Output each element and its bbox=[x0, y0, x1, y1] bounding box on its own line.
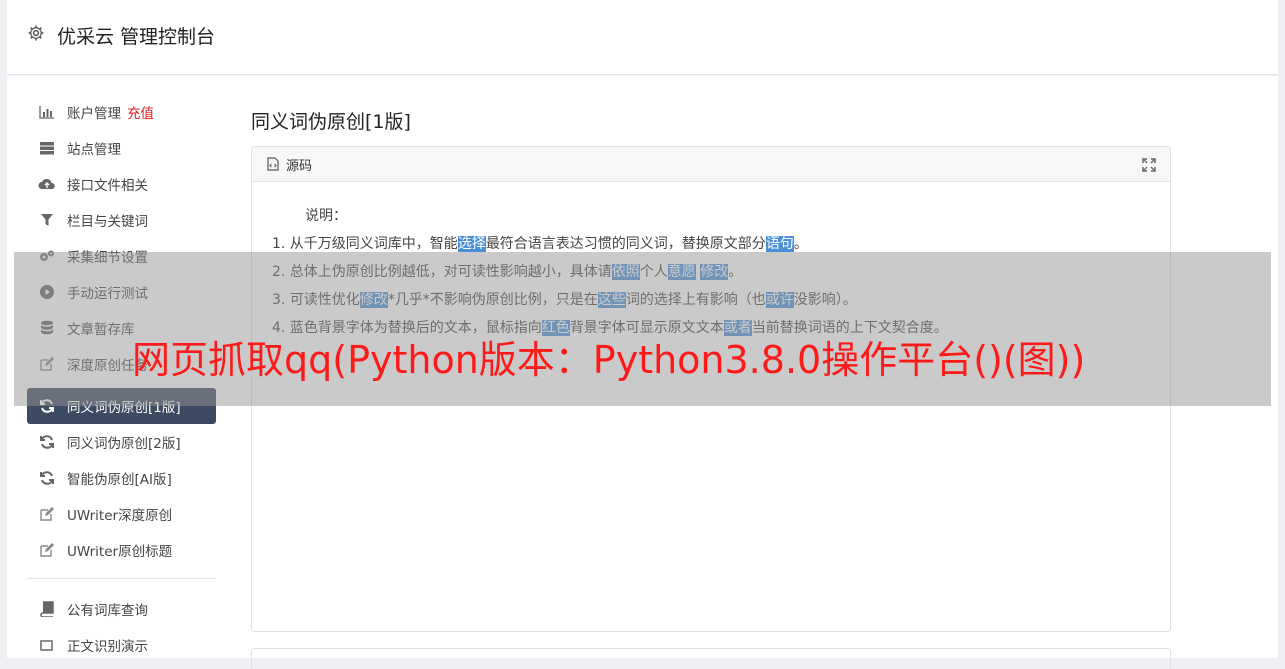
sidebar-item-items-1[interactable]: 站点管理 bbox=[27, 130, 216, 166]
note-title: 说明： bbox=[305, 208, 347, 224]
card-header: 源码 bbox=[252, 147, 1170, 182]
sidebar-item-items2-0[interactable]: 公有词库查询 bbox=[27, 591, 216, 627]
gear-icon bbox=[28, 25, 44, 41]
sidebar-item-items-3[interactable]: 栏目与关键词 bbox=[27, 202, 216, 238]
sidebar-item-items-9[interactable]: 同义词伪原创[2版] bbox=[27, 424, 216, 460]
edit-icon bbox=[38, 541, 56, 559]
sidebar-item-label: 站点管理 bbox=[67, 142, 121, 158]
sidebar-item-label: 公有词库查询 bbox=[67, 603, 148, 619]
replaced-word[interactable]: 选择 bbox=[457, 236, 486, 252]
sidebar-item-items-0[interactable]: 账户管理 充值 bbox=[27, 94, 216, 130]
sidebar-item-label: 正文识别演示 bbox=[67, 639, 148, 655]
sidebar-item-items-10[interactable]: 智能伪原创[AI版] bbox=[27, 460, 216, 496]
sidebar-divider bbox=[27, 578, 216, 579]
replaced-word[interactable]: 语句 bbox=[765, 236, 794, 252]
code-file-icon bbox=[267, 157, 279, 171]
sidebar-item-items-12[interactable]: UWriter原创标题 bbox=[27, 532, 216, 568]
sidebar-item-label: 智能伪原创[AI版] bbox=[67, 472, 172, 488]
note-text: 最符合语言表达习惯的同义词，替换原文部分 bbox=[485, 236, 766, 252]
refresh-icon bbox=[38, 469, 56, 487]
book-icon bbox=[38, 600, 56, 618]
sidebar-item-label: 栏目与关键词 bbox=[67, 214, 148, 230]
sidebar-item-items-2[interactable]: 接口文件相关 bbox=[27, 166, 216, 202]
sidebar-item-label: UWriter深度原创 bbox=[67, 508, 173, 524]
crop-icon bbox=[38, 636, 56, 654]
bar-chart-icon bbox=[38, 103, 56, 121]
content-title: 同义词伪原创[1版] bbox=[251, 111, 411, 133]
recharge-link[interactable]: 充值 bbox=[127, 102, 154, 122]
refresh-icon bbox=[38, 433, 56, 451]
expand-icon[interactable] bbox=[1142, 158, 1156, 172]
sidebar-item-label: UWriter原创标题 bbox=[67, 544, 173, 560]
watermark-title: 网页抓取qq(Python版本：Python3.8.0操作平台()(图)) bbox=[132, 338, 1086, 382]
page-title: 优采云 管理控制台 bbox=[57, 26, 216, 48]
sidebar-item-items-11[interactable]: UWriter深度原创 bbox=[27, 496, 216, 532]
top-bar: 优采云 管理控制台 bbox=[7, 0, 1278, 75]
card-header-label: 源码 bbox=[286, 158, 313, 174]
server-icon bbox=[38, 139, 56, 157]
sidebar-item-label: 账户管理 bbox=[67, 106, 121, 122]
edit-icon bbox=[38, 505, 56, 523]
sidebar-item-label: 同义词伪原创[2版] bbox=[67, 436, 181, 452]
filter-icon bbox=[38, 211, 56, 229]
second-card bbox=[251, 648, 1171, 669]
note-text: 。 bbox=[793, 236, 808, 252]
note-text: 1. 从千万级同义词库中，智能 bbox=[272, 236, 458, 252]
cloud-upload-icon bbox=[38, 175, 56, 193]
content-area: 同义词伪原创[1版] 源码 说明： 1. 从千万级同义词库中，智能选择最符合语言… bbox=[251, 94, 1171, 669]
sidebar-item-label: 接口文件相关 bbox=[67, 178, 148, 194]
